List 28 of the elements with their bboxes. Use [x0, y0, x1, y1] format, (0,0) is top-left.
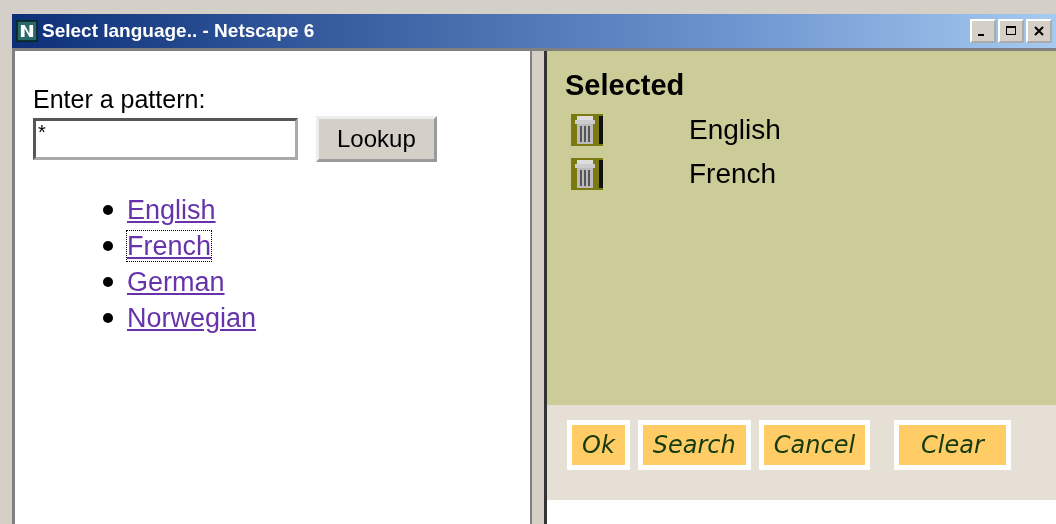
pane-splitter[interactable] — [530, 51, 547, 524]
window-title: Select language.. - Netscape 6 — [42, 20, 315, 42]
action-button[interactable]: Search — [637, 420, 751, 470]
maximize-button[interactable] — [998, 19, 1024, 43]
close-button[interactable] — [1026, 19, 1052, 43]
close-icon — [1033, 25, 1045, 37]
selected-heading: Selected — [565, 69, 686, 102]
language-link[interactable]: Norwegian — [127, 303, 257, 333]
action-button[interactable]: Cancel — [758, 420, 871, 470]
pattern-field[interactable]: * — [33, 118, 298, 160]
trash-icon[interactable] — [571, 158, 603, 190]
bullet-icon — [103, 313, 113, 323]
selected-language: English — [689, 114, 781, 146]
minimize-icon — [978, 34, 984, 36]
bullet-icon — [103, 241, 113, 251]
bullet-icon — [103, 277, 113, 287]
lookup-button[interactable]: Lookup — [316, 116, 437, 162]
selected-language: French — [689, 158, 777, 190]
pattern-label: Enter a pattern: — [33, 85, 207, 114]
action-button[interactable]: Ok — [567, 420, 630, 470]
action-button[interactable]: Clear — [894, 420, 1011, 470]
app-logo-icon — [16, 20, 38, 42]
trash-icon[interactable] — [571, 114, 603, 146]
maximize-icon — [1005, 25, 1017, 37]
language-link[interactable]: German — [127, 267, 225, 297]
bullet-icon — [103, 205, 113, 215]
language-link[interactable]: French — [127, 231, 212, 261]
language-link[interactable]: English — [127, 195, 216, 225]
